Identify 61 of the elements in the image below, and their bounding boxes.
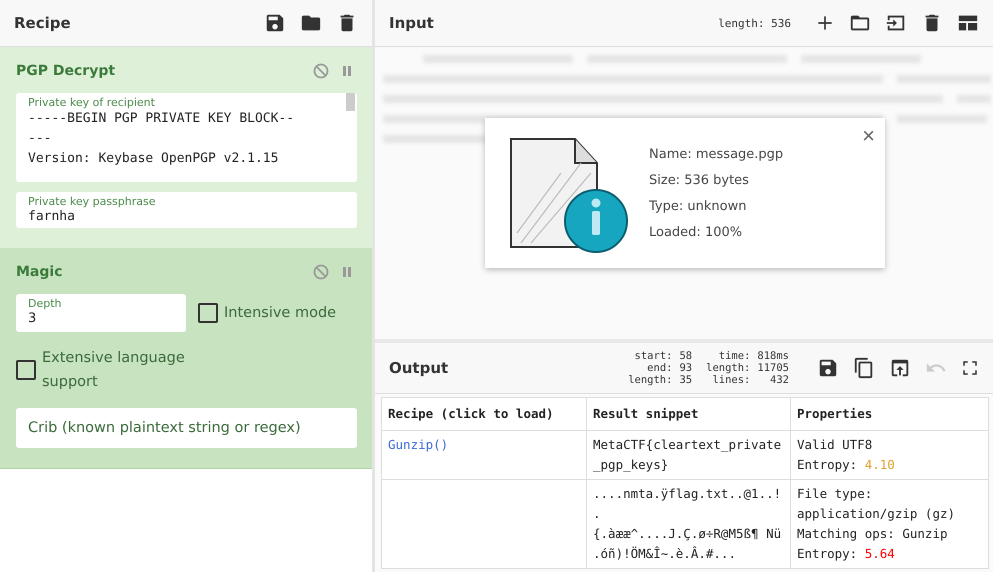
key-text-line: -----BEGIN PGP PRIVATE KEY BLOCK-- <box>28 110 296 128</box>
panel-title: Recipe <box>14 14 72 32</box>
file-info-text: Loaded: 100% <box>649 224 744 240</box>
field-value: 3 <box>28 310 38 328</box>
passphrase-field[interactable]: Private key passphrase farnha <box>16 192 357 228</box>
close-button[interactable]: × <box>862 126 875 146</box>
save-icon[interactable] <box>264 12 286 34</box>
scrollbar[interactable] <box>346 93 355 111</box>
snippet-line: MetaCTF{cleartext_private <box>593 436 782 454</box>
stat-value: 11705 <box>757 362 789 374</box>
key-text-line: --- <box>28 130 52 148</box>
fullscreen-icon[interactable] <box>961 359 979 377</box>
panel-title: Input <box>389 14 435 32</box>
upload-icon[interactable] <box>889 357 911 379</box>
field-label: Private key passphrase <box>28 195 156 208</box>
column-header: Properties <box>790 398 988 430</box>
snippet-line: _pgp_keys} <box>593 456 670 474</box>
key-field[interactable]: Private key of recipient -----BEGIN PGP PRIVATE KEY BLOCK-- --- Version: Keybase OpenPGP v2.1.15 <box>16 93 357 182</box>
depth-field[interactable]: Depth 3 <box>16 294 186 332</box>
crib-field[interactable]: Crib (known plaintext string or regex) <box>16 408 357 448</box>
property-line: Entropy: 5.64 <box>797 545 896 563</box>
stat-label: lines: <box>711 374 750 386</box>
copy-icon[interactable] <box>853 357 875 379</box>
stat-value: 35 <box>679 374 692 386</box>
property-line: application/gzip (gz) <box>797 505 956 523</box>
key-text-line: Version: Keybase OpenPGP v2.1.15 <box>28 150 280 168</box>
checkbox[interactable] <box>16 360 36 380</box>
stat-value: 818ms <box>757 350 789 362</box>
stat-label: time: <box>718 350 750 362</box>
panel-title: Output <box>389 359 450 377</box>
operation-title: Magic <box>16 264 64 280</box>
file-info-text: Name: message.pgp <box>649 146 784 162</box>
stat-label: start: <box>634 350 672 362</box>
property-line: File type: <box>797 485 874 503</box>
property-line: Entropy: 4.10 <box>797 456 896 474</box>
stat-label: length: <box>706 362 750 374</box>
length-readout: length: 536 <box>718 16 791 30</box>
column-header: Result snippet <box>586 398 790 430</box>
checkbox-label: Extensive language support <box>42 349 186 392</box>
save-icon[interactable] <box>817 357 839 379</box>
field-label: Private key of recipient <box>28 96 156 109</box>
snippet-line: {.àææ^....J.Ç.ø÷R@M5ß¶ Nü <box>593 525 782 543</box>
stat-label: end: <box>646 362 672 374</box>
property-line: Valid UTF8 <box>797 436 874 454</box>
checkbox-label: Intensive mode <box>224 304 336 323</box>
stat-label: length: <box>628 374 672 386</box>
field-label: Depth <box>28 297 63 310</box>
checkbox[interactable] <box>198 303 218 323</box>
stat-value: 432 <box>769 374 789 386</box>
field-value: farnha <box>28 208 76 226</box>
recipe-link[interactable]: Gunzip() <box>388 437 448 452</box>
snippet-line: .óñ)!ÖM&Î~.è.Â.#... <box>593 545 737 563</box>
snippet-line: ....nmta.ÿflag.txt..@1..! <box>593 485 782 503</box>
operation-title: PGP Decrypt <box>16 63 116 79</box>
property-line: Matching ops: Gunzip <box>797 525 949 543</box>
file-info-text: Type: unknown <box>649 198 748 214</box>
column-header: Recipe (click to load) <box>382 398 586 430</box>
stat-value: 58 <box>679 350 692 362</box>
snippet-line: . <box>593 505 602 523</box>
file-info-text: Size: 536 bytes <box>649 172 750 188</box>
stat-value: 93 <box>679 362 692 374</box>
